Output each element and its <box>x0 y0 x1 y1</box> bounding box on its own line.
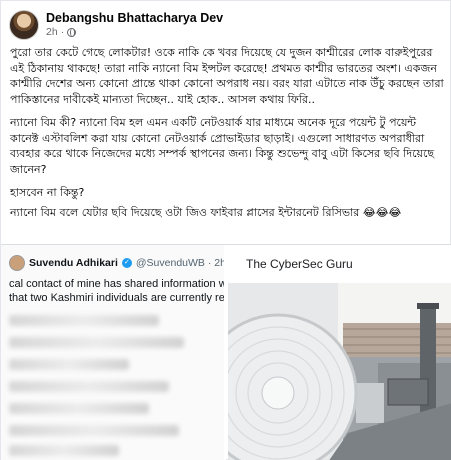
blurred-text <box>9 381 169 392</box>
tweet-avatar <box>9 255 25 271</box>
facebook-post: Debangshu Bhattacharya Dev 2h · পুরো তার… <box>0 0 451 460</box>
blurred-text <box>9 337 184 348</box>
dot-separator: · <box>60 26 65 38</box>
post-meta: Debangshu Bhattacharya Dev 2h · <box>46 11 223 39</box>
post-paragraph: ন্যানো বিম কী? ন্যানো বিম হল এমন একটি নে… <box>10 116 435 176</box>
tweet-text: cal contact of mine has shared informati… <box>9 277 226 305</box>
blurred-text <box>9 359 129 370</box>
post-images: Suvendu Adhikari ✓ @SuvenduWB · 2h cal c… <box>1 244 451 460</box>
tweet-line: cal contact of mine has shared informati… <box>9 278 226 290</box>
tweet-screenshot[interactable]: Suvendu Adhikari ✓ @SuvenduWB · 2h cal c… <box>1 245 226 460</box>
author-name[interactable]: Debangshu Bhattacharya Dev <box>46 11 223 26</box>
tweet-line: that two Kashmiri individuals are curren… <box>9 292 226 304</box>
author-avatar[interactable] <box>9 10 39 40</box>
post-paragraph: হাসবেন না কিন্তু? <box>10 186 85 199</box>
blurred-text <box>9 445 119 456</box>
post-time[interactable]: 2h <box>46 26 58 39</box>
blurred-text <box>9 403 149 414</box>
post-header: Debangshu Bhattacharya Dev 2h · <box>9 7 223 43</box>
tweet-header: Suvendu Adhikari ✓ @SuvenduWB · 2h <box>9 255 226 271</box>
blurred-text <box>9 315 159 326</box>
verified-badge-icon: ✓ <box>121 258 132 268</box>
post-subline: 2h · <box>46 26 223 39</box>
post-body: পুরো তার কেটে গেছে লোকটার! ওকে নাকি কে খ… <box>10 45 446 228</box>
cybersec-title: The CyberSec Guru <box>246 257 353 271</box>
antenna-photo <box>228 283 451 460</box>
cybersec-screenshot[interactable]: The CyberSec Guru <box>228 245 451 460</box>
tweet-handle: @SuvenduWB · 2h <box>135 257 226 269</box>
tweet-author-name: Suvendu Adhikari <box>29 257 118 269</box>
post-paragraph: ন্যানো বিম বলে যেটার ছবি দিয়েছে ওটা জিও… <box>10 205 402 219</box>
globe-icon <box>67 28 77 37</box>
post-paragraph: পুরো তার কেটে গেছে লোকটার! ওকে নাকি কে খ… <box>10 46 444 106</box>
blurred-text <box>9 425 179 436</box>
